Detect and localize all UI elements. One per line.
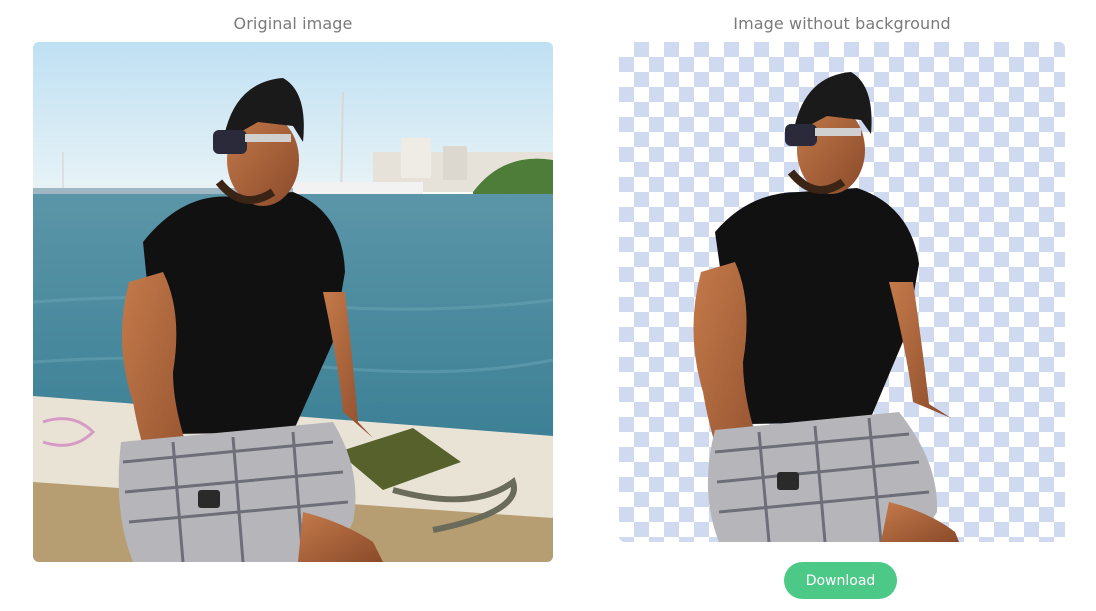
download-button[interactable]: Download (784, 562, 897, 599)
cutout-person-figure (693, 72, 959, 542)
result-image (619, 42, 1065, 542)
original-image (33, 42, 553, 562)
background-remover-page: Original image Image without background (0, 0, 1096, 611)
result-image-title: Image without background (733, 14, 951, 33)
original-image-title: Original image (233, 14, 353, 33)
